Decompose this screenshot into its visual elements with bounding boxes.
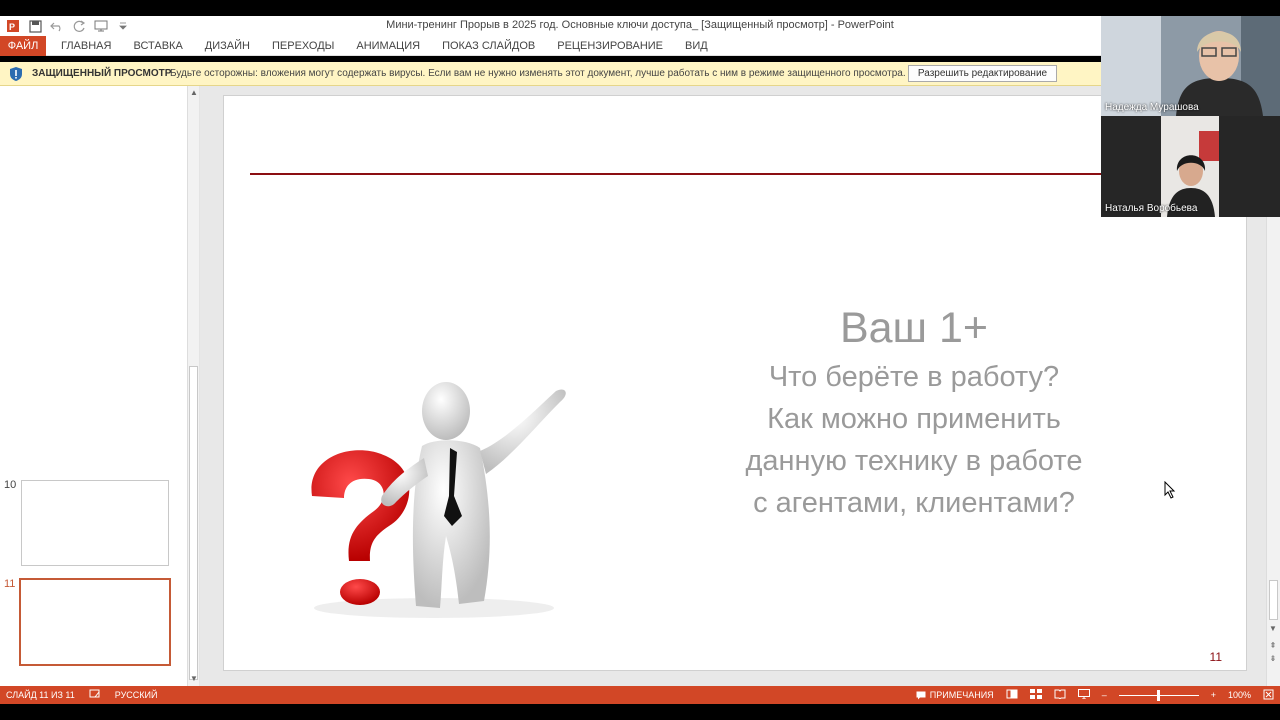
participant-video-frame [1101, 116, 1280, 217]
enable-editing-button[interactable]: Разрешить редактирование [908, 65, 1057, 82]
title-bar: P Мини-тренинг Прорыв в 2025 год. Основн… [0, 16, 1280, 36]
zoom-level[interactable]: 100% [1228, 690, 1251, 700]
tab-home[interactable]: ГЛАВНАЯ [50, 36, 122, 56]
protected-view-bar: ЗАЩИЩЕННЫЙ ПРОСМОТР Будьте осторожны: вл… [0, 62, 1280, 86]
slide-sorter-icon[interactable] [1029, 689, 1042, 701]
scroll-down-icon[interactable]: ▼ [1268, 624, 1278, 634]
notes-button[interactable]: ПРИМЕЧАНИЯ [916, 690, 994, 700]
mouse-cursor-icon [1164, 481, 1176, 499]
slide-line: данную технику в работе [745, 445, 1083, 477]
tab-transitions[interactable]: ПЕРЕХОДЫ [261, 36, 345, 56]
letterbox-bottom [0, 704, 1280, 720]
slide-thumbnail-active[interactable] [19, 578, 171, 666]
tab-design[interactable]: ДИЗАЙН [194, 36, 261, 56]
slide-canvas[interactable]: Ваш 1+ Что берёте в работу? Как можно пр… [223, 95, 1247, 671]
status-right: ПРИМЕЧАНИЯ – + 100% [916, 686, 1274, 704]
tab-view[interactable]: ВИД [674, 36, 719, 56]
status-bar: СЛАЙД 11 ИЗ 11 РУССКИЙ ПРИМЕЧАНИЯ – + 10… [0, 686, 1280, 704]
zoom-slider[interactable] [1118, 689, 1199, 701]
ribbon: ФАЙЛ ГЛАВНАЯ ВСТАВКА ДИЗАЙН ПЕРЕХОДЫ АНИ… [0, 36, 1280, 56]
slide-heading: Ваш 1+ [839, 304, 989, 352]
slide-counter: СЛАЙД 11 ИЗ 11 [6, 690, 75, 700]
workspace: 10 11 ▲ ▼ Ваш 1+ Что берёте в работу? Ка… [0, 86, 1280, 686]
tab-file[interactable]: ФАЙЛ [0, 36, 46, 56]
tab-animations[interactable]: АНИМАЦИЯ [345, 36, 431, 56]
letterbox-top [0, 0, 1280, 16]
spelling-icon[interactable] [89, 689, 101, 701]
notes-icon [916, 691, 926, 699]
fit-to-window-icon[interactable] [1263, 689, 1274, 702]
tab-slideshow[interactable]: ПОКАЗ СЛАЙДОВ [431, 36, 546, 56]
notes-label: ПРИМЕЧАНИЯ [929, 690, 994, 700]
normal-view-icon[interactable] [1006, 689, 1018, 701]
slide-line: с агентами, клиентами? [753, 487, 1075, 519]
zoom-in-icon[interactable]: + [1211, 690, 1216, 700]
zoom-out-icon[interactable]: – [1102, 690, 1107, 700]
slideshow-icon[interactable] [1077, 689, 1090, 701]
previous-slide-icon[interactable]: ⇞ [1268, 641, 1278, 651]
tab-insert[interactable]: ВСТАВКА [122, 36, 193, 56]
thumbnail-number: 11 [4, 578, 16, 590]
scrollbar-thumb[interactable] [1269, 580, 1278, 620]
window-title: Мини-тренинг Прорыв в 2025 год. Основные… [386, 19, 894, 31]
scroll-down-icon[interactable]: ▼ [189, 674, 199, 684]
participant-name: Наталья Воробьева [1105, 203, 1198, 214]
ribbon-tabs: ГЛАВНАЯ ВСТАВКА ДИЗАЙН ПЕРЕХОДЫ АНИМАЦИЯ… [50, 36, 719, 56]
slide-thumbnails-pane[interactable]: 10 11 [0, 86, 187, 686]
language-indicator[interactable]: РУССКИЙ [115, 690, 158, 700]
slide-text-block[interactable]: Ваш 1+ Что берёте в работу? Как можно пр… [704, 300, 1124, 524]
zoom-slider-knob[interactable] [1156, 689, 1160, 701]
slide-line: Что берёте в работу? [768, 361, 1060, 393]
scroll-up-icon[interactable]: ▲ [189, 88, 199, 98]
participant-name: Надежда Мурашова [1105, 102, 1199, 113]
tab-review[interactable]: РЕЦЕНЗИРОВАНИЕ [546, 36, 674, 56]
question-man-illustration [311, 382, 566, 618]
slide-header-line [250, 173, 1110, 175]
reading-view-icon[interactable] [1054, 689, 1066, 701]
slide-thumbnail[interactable] [21, 480, 169, 566]
protected-view-title: ЗАЩИЩЕННЫЙ ПРОСМОТР [32, 68, 172, 79]
protected-view-message: Будьте осторожны: вложения могут содержа… [170, 68, 906, 79]
status-left: СЛАЙД 11 ИЗ 11 РУССКИЙ [6, 686, 157, 704]
slide-number: 11 [1209, 650, 1222, 664]
next-slide-icon[interactable]: ⇟ [1268, 654, 1278, 664]
thumbnails-scrollbar[interactable]: ▲ ▼ [187, 86, 199, 686]
scrollbar-thumb[interactable] [189, 366, 198, 680]
shield-icon [8, 66, 24, 82]
slide-line: Как можно применить [767, 403, 1061, 435]
participant-video-frame [1101, 16, 1280, 116]
video-tile[interactable]: Надежда Мурашова [1101, 16, 1280, 116]
thumbnail-number: 10 [4, 479, 17, 491]
video-tile[interactable]: Наталья Воробьева [1101, 116, 1280, 217]
